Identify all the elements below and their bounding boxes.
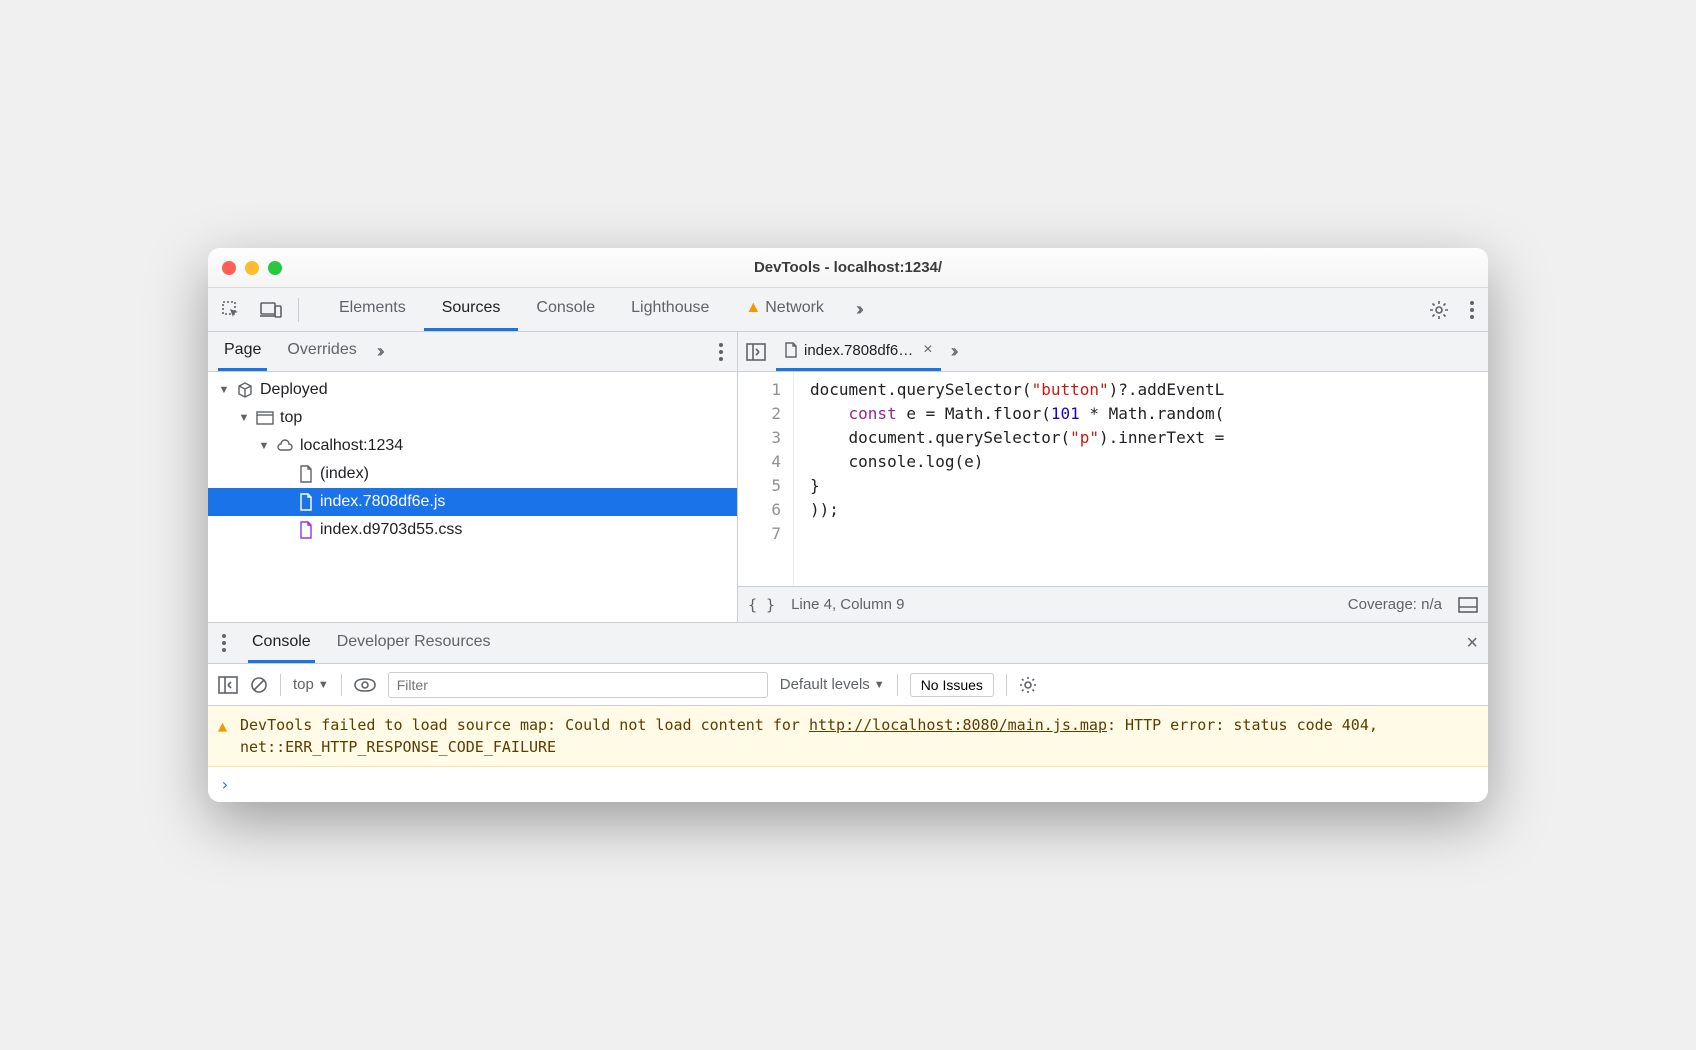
document-icon (298, 493, 314, 511)
editor-pane: index.7808df6… × ›› 1234567 document.que… (738, 332, 1488, 622)
navigator-menu-icon[interactable] (715, 339, 727, 365)
maximize-window-button[interactable] (268, 261, 282, 275)
tab-console[interactable]: Console (518, 288, 613, 331)
settings-icon[interactable] (1426, 297, 1452, 323)
tree-file-css[interactable]: index.d9703d55.css (208, 516, 737, 544)
editor-more-tabs-icon[interactable]: ›› (951, 341, 955, 362)
minimize-window-button[interactable] (245, 261, 259, 275)
navigator-pane: Page Overrides ›› ▼ Deployed ▼ top (208, 332, 738, 622)
navigator-tab-overrides[interactable]: Overrides (281, 332, 362, 371)
main-toolbar: Elements Sources Console Lighthouse ▲Net… (208, 288, 1488, 332)
tab-elements[interactable]: Elements (321, 288, 424, 331)
live-expression-icon[interactable] (354, 678, 376, 692)
tab-lighthouse[interactable]: Lighthouse (613, 288, 727, 331)
drawer-tab-console[interactable]: Console (248, 623, 315, 663)
close-tab-icon[interactable]: × (923, 341, 932, 359)
warning-icon: ▲ (745, 299, 761, 317)
cursor-position: Line 4, Column 9 (791, 596, 904, 613)
cloud-icon (276, 439, 294, 453)
drawer-close-icon[interactable]: × (1466, 632, 1478, 655)
window-title: DevTools - localhost:1234/ (208, 259, 1488, 276)
chevron-down-icon: ▼ (318, 679, 329, 691)
console-prompt[interactable]: › (208, 767, 1488, 802)
document-icon (298, 521, 314, 539)
devtools-window: DevTools - localhost:1234/ Elements Sour… (208, 248, 1488, 802)
tree-top[interactable]: ▼ top (208, 404, 737, 432)
inspect-element-icon[interactable] (218, 297, 244, 323)
chevron-down-icon: ▼ (218, 384, 230, 396)
execution-context-selector[interactable]: top ▼ (293, 676, 329, 693)
navigator-tab-page[interactable]: Page (218, 332, 267, 371)
drawer-tab-devresources[interactable]: Developer Resources (333, 623, 495, 663)
file-tree: ▼ Deployed ▼ top ▼ localhost:1234 (index… (208, 372, 737, 544)
navigator-tabs: Page Overrides ›› (208, 332, 737, 372)
cube-icon (236, 381, 254, 399)
frame-icon (256, 411, 274, 425)
console-output: ▲ DevTools failed to load source map: Co… (208, 706, 1488, 802)
close-window-button[interactable] (222, 261, 236, 275)
tree-origin[interactable]: ▼ localhost:1234 (208, 432, 737, 460)
document-icon (784, 342, 798, 358)
console-filter[interactable] (388, 672, 768, 698)
more-tabs-icon[interactable]: ›› (856, 299, 860, 320)
line-gutter: 1234567 (738, 372, 794, 586)
navigator-more-tabs-icon[interactable]: ›› (377, 341, 381, 362)
console-warning-message[interactable]: ▲ DevTools failed to load source map: Co… (208, 706, 1488, 767)
console-toolbar: top ▼ Default levels ▼ No Issues (208, 664, 1488, 706)
editor-tabs: index.7808df6… × ›› (738, 332, 1488, 372)
main-menu-icon[interactable] (1466, 297, 1478, 323)
show-drawer-icon[interactable] (1458, 597, 1478, 613)
drawer-tabs: Console Developer Resources × (208, 622, 1488, 664)
tree-deployed[interactable]: ▼ Deployed (208, 376, 737, 404)
code-editor[interactable]: 1234567 document.querySelector("button")… (738, 372, 1488, 586)
tab-sources[interactable]: Sources (424, 288, 519, 331)
console-settings-icon[interactable] (1019, 676, 1037, 694)
editor-status-bar: { } Line 4, Column 9 Coverage: n/a (738, 586, 1488, 622)
toggle-navigator-icon[interactable] (746, 343, 766, 361)
open-file-tab[interactable]: index.7808df6… × (776, 332, 941, 371)
chevron-down-icon: ▼ (258, 440, 270, 452)
log-levels-selector[interactable]: Default levels ▼ (780, 676, 885, 693)
filter-input[interactable] (388, 672, 768, 698)
code-content: document.querySelector("button")?.addEve… (794, 372, 1224, 586)
document-icon (298, 465, 314, 483)
sources-panel: Page Overrides ›› ▼ Deployed ▼ top (208, 332, 1488, 622)
device-toolbar-icon[interactable] (258, 297, 284, 323)
drawer-menu-icon[interactable] (218, 630, 230, 656)
panel-tabs: Elements Sources Console Lighthouse ▲Net… (321, 288, 842, 331)
traffic-lights (222, 261, 282, 275)
source-map-link[interactable]: http://localhost:8080/main.js.map (809, 716, 1107, 734)
chevron-down-icon: ▼ (874, 679, 885, 691)
issues-button[interactable]: No Issues (910, 673, 994, 697)
console-sidebar-toggle-icon[interactable] (218, 676, 238, 694)
pretty-print-icon[interactable]: { } (748, 596, 775, 614)
tab-network[interactable]: ▲Network (727, 288, 842, 331)
tree-file-js[interactable]: index.7808df6e.js (208, 488, 737, 516)
warning-icon: ▲ (218, 715, 227, 737)
titlebar: DevTools - localhost:1234/ (208, 248, 1488, 288)
coverage-status: Coverage: n/a (1348, 596, 1442, 613)
clear-console-icon[interactable] (250, 676, 268, 694)
tree-file-index[interactable]: (index) (208, 460, 737, 488)
chevron-down-icon: ▼ (238, 412, 250, 424)
